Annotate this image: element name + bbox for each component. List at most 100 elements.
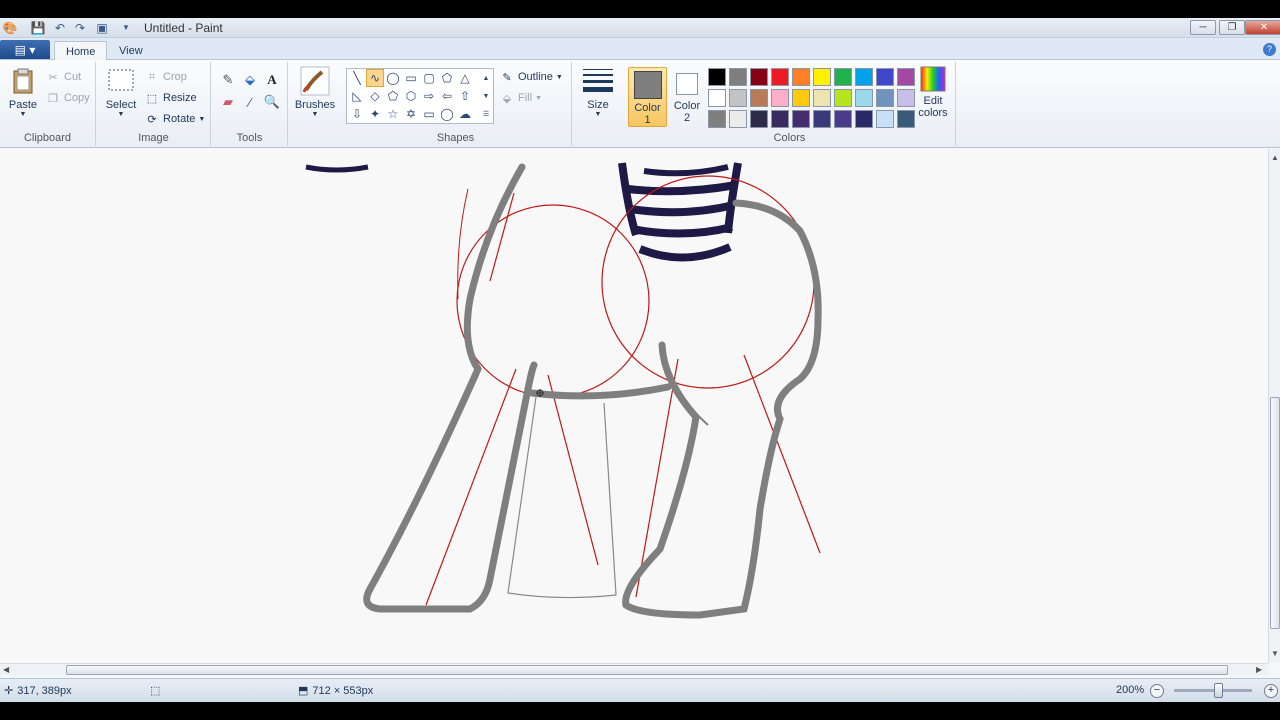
four-point-star-shape-icon[interactable]: ✦ [366, 105, 384, 123]
outline-button[interactable]: ✎ Outline ▼ [500, 68, 562, 86]
cloud-callout-shape-icon[interactable]: ☁ [456, 105, 474, 123]
diamond-shape-icon[interactable]: ◇ [366, 87, 384, 105]
left-arrow-shape-icon[interactable]: ⇦ [438, 87, 456, 105]
palette-swatch[interactable] [750, 89, 768, 107]
palette-swatch[interactable] [813, 68, 831, 86]
palette-swatch[interactable] [855, 89, 873, 107]
magnifier-icon[interactable]: 🔍 [262, 92, 282, 112]
palette-swatch[interactable] [834, 110, 852, 128]
redo-icon[interactable]: ↷ [72, 20, 88, 35]
palette-swatch[interactable] [729, 110, 747, 128]
palette-swatch[interactable] [876, 89, 894, 107]
palette-swatch[interactable] [897, 89, 915, 107]
drawing-canvas[interactable] [0, 149, 1268, 663]
oval-shape-icon[interactable]: ◯ [384, 69, 402, 87]
oval-callout-shape-icon[interactable]: ◯ [438, 105, 456, 123]
text-icon[interactable]: A [262, 70, 282, 90]
hexagon-shape-icon[interactable]: ⬡ [402, 87, 420, 105]
palette-swatch[interactable] [792, 68, 810, 86]
palette-swatch[interactable] [729, 68, 747, 86]
scroll-right-arrow-icon[interactable]: ▶ [1256, 665, 1262, 674]
eraser-icon[interactable]: ▰ [218, 92, 238, 112]
color2-button[interactable]: Color 2 [668, 67, 706, 127]
size-button[interactable]: Size ▼ [579, 66, 617, 118]
zoom-out-button[interactable]: − [1150, 684, 1164, 698]
minimize-button[interactable]: ─ [1190, 20, 1216, 35]
paint-app-icon[interactable]: 🎨 [2, 20, 18, 35]
save-icon[interactable]: 💾 [30, 20, 46, 35]
palette-swatch[interactable] [792, 110, 810, 128]
palette-swatch[interactable] [834, 68, 852, 86]
rectangle-shape-icon[interactable]: ▭ [402, 69, 420, 87]
right-triangle-shape-icon[interactable]: ◺ [348, 87, 366, 105]
right-arrow-shape-icon[interactable]: ⇨ [420, 87, 438, 105]
horizontal-scroll-thumb[interactable] [66, 665, 1228, 675]
rounded-rectangle-shape-icon[interactable]: ▢ [420, 69, 438, 87]
crop-button[interactable]: ⌗ Crop [145, 68, 187, 86]
six-point-star-shape-icon[interactable]: ✡ [402, 105, 420, 123]
palette-swatch[interactable] [750, 68, 768, 86]
shapes-scroll-up-icon[interactable]: ▲ [477, 69, 495, 87]
scroll-down-arrow-icon[interactable]: ▼ [1271, 649, 1279, 658]
tab-home[interactable]: Home [54, 41, 108, 61]
palette-swatch[interactable] [855, 110, 873, 128]
vertical-scrollbar[interactable]: ▲ ▼ [1268, 149, 1280, 663]
palette-swatch[interactable] [792, 89, 810, 107]
tab-view[interactable]: View [108, 41, 154, 60]
undo-icon[interactable]: ↶ [52, 20, 68, 35]
copy-button[interactable]: ❐ Copy [46, 89, 90, 107]
brushes-button[interactable]: Brushes ▼ [293, 66, 337, 118]
palette-swatch[interactable] [708, 68, 726, 86]
palette-swatch[interactable] [897, 110, 915, 128]
paste-button[interactable]: Paste ▼ [6, 66, 40, 118]
vertical-scroll-thumb[interactable] [1270, 397, 1280, 629]
cut-button[interactable]: ✂ Cut [46, 68, 81, 86]
customize-qat-chevron-icon[interactable]: ▼ [118, 20, 134, 35]
select-button[interactable]: Select ▼ [103, 66, 139, 118]
line-shape-icon[interactable]: ╲ [348, 69, 366, 87]
rounded-callout-shape-icon[interactable]: ▭ [420, 105, 438, 123]
down-arrow-shape-icon[interactable]: ⇩ [348, 105, 366, 123]
palette-swatch[interactable] [750, 110, 768, 128]
triangle-shape-icon[interactable]: △ [456, 69, 474, 87]
palette-swatch[interactable] [708, 110, 726, 128]
zoom-slider-track[interactable] [1174, 689, 1252, 692]
pentagon-shape-icon[interactable]: ⬠ [384, 87, 402, 105]
five-point-star-shape-icon[interactable]: ☆ [384, 105, 402, 123]
palette-swatch[interactable] [813, 89, 831, 107]
zoom-in-button[interactable]: + [1264, 684, 1278, 698]
paint-menu-button[interactable]: ▤ ▾ [0, 40, 50, 59]
palette-swatch[interactable] [813, 110, 831, 128]
shapes-scroll-down-icon[interactable]: ▼ [477, 87, 495, 105]
maximize-button[interactable]: ❐ [1219, 20, 1245, 35]
curve-shape-icon[interactable]: ∿ [366, 69, 384, 87]
zoom-slider-thumb[interactable] [1214, 683, 1223, 698]
horizontal-scrollbar[interactable]: ◀ ▶ [0, 663, 1268, 675]
fill-bucket-icon[interactable]: ⬙ [240, 70, 260, 90]
palette-swatch[interactable] [708, 89, 726, 107]
quick-access-icon[interactable]: ▣ [94, 20, 110, 35]
resize-button[interactable]: ⬚ Resize [145, 89, 197, 107]
scroll-left-arrow-icon[interactable]: ◀ [3, 665, 9, 674]
palette-swatch[interactable] [855, 68, 873, 86]
color1-button[interactable]: Color 1 [628, 67, 667, 127]
help-icon[interactable]: ? [1263, 43, 1276, 56]
polygon-shape-icon[interactable]: ⬠ [438, 69, 456, 87]
rotate-button[interactable]: ⟳ Rotate ▼ [145, 110, 205, 128]
palette-swatch[interactable] [771, 89, 789, 107]
palette-swatch[interactable] [876, 68, 894, 86]
palette-swatch[interactable] [897, 68, 915, 86]
palette-swatch[interactable] [771, 110, 789, 128]
palette-swatch[interactable] [771, 68, 789, 86]
fill-button[interactable]: ⬙ Fill ▼ [500, 89, 542, 107]
palette-swatch[interactable] [834, 89, 852, 107]
shapes-more-icon[interactable]: ☰ [477, 105, 495, 123]
scroll-up-arrow-icon[interactable]: ▲ [1271, 153, 1279, 162]
up-arrow-shape-icon[interactable]: ⇧ [456, 87, 474, 105]
pencil-icon[interactable]: ✎ [218, 70, 238, 90]
palette-swatch[interactable] [876, 110, 894, 128]
edit-colors-button[interactable]: Edit colors [914, 66, 952, 119]
palette-swatch[interactable] [729, 89, 747, 107]
close-button[interactable]: ✕ [1245, 20, 1280, 35]
color-picker-icon[interactable]: ⁄ [240, 92, 260, 112]
